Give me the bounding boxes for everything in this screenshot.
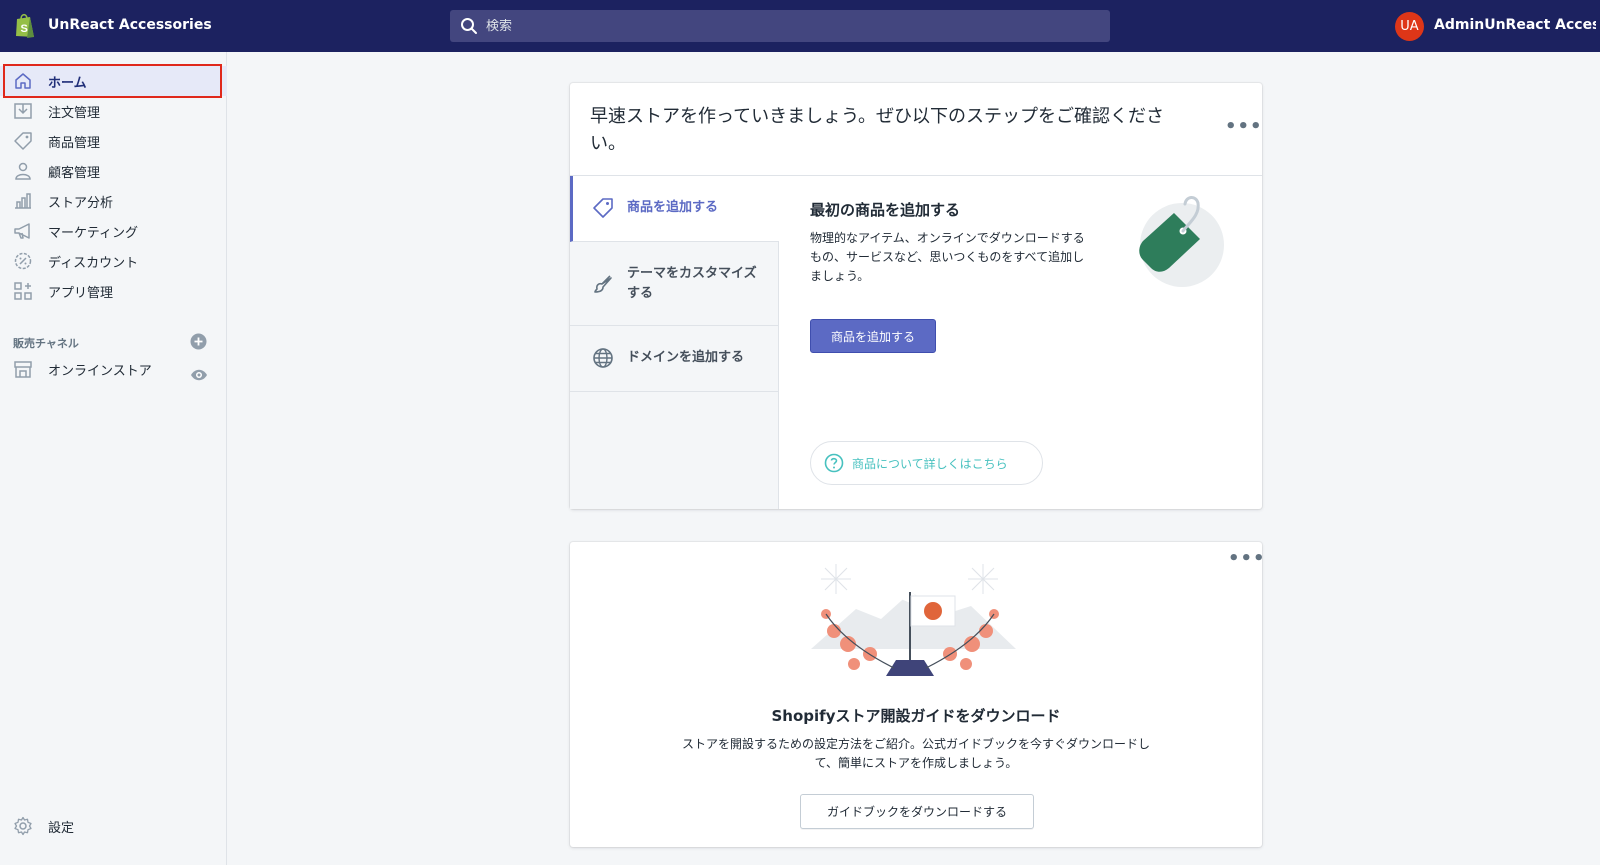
sidebar-item-label: 設定 — [48, 821, 75, 836]
card-title: 早速ストアを作っていきましょう。ぜひ以下のステップをご確認ください。 — [590, 106, 1165, 154]
top-bar: S UnReact Accessories UA AdminUnReact Ac… — [0, 0, 1600, 52]
guide-description: ストアを開設するための設定方法をご紹介。公式ガイドブックを今すぐダウンロードして… — [681, 737, 1150, 770]
step-content-title: 最初の商品を追加する — [810, 201, 961, 219]
learn-more-label: 商品について詳しくはこちら — [852, 456, 1008, 471]
shopify-logo-icon[interactable]: S — [13, 12, 37, 39]
sidebar-item-label: ディスカウント — [48, 256, 139, 271]
eye-icon[interactable] — [190, 368, 208, 382]
user-name[interactable]: AdminUnReact Acces... — [1434, 17, 1596, 33]
sidebar-item-label: ホーム — [48, 76, 87, 91]
sidebar-item-label: オンラインストア — [48, 364, 152, 379]
sidebar-item-products[interactable]: 商品管理 — [0, 126, 227, 156]
sidebar-item-label: マーケティング — [48, 226, 138, 241]
store-name[interactable]: UnReact Accessories — [48, 17, 212, 33]
analytics-icon — [15, 193, 31, 209]
more-actions-icon[interactable]: ••• — [1225, 116, 1263, 137]
sidebar-item-label: 顧客管理 — [48, 166, 101, 181]
sidebar-item-home[interactable]: ホーム — [0, 66, 227, 96]
orders-icon — [14, 103, 32, 119]
step-add-product[interactable]: 商品を追加する — [570, 176, 779, 242]
sales-channels-heading: 販売チャネル — [13, 337, 79, 350]
sidebar-item-label: 商品管理 — [48, 136, 101, 151]
add-channel-icon[interactable] — [190, 333, 207, 350]
megaphone-icon — [14, 223, 30, 239]
globe-icon — [593, 348, 613, 368]
store-icon — [14, 361, 32, 378]
sidebar-item-label: アプリ管理 — [48, 286, 114, 301]
japan-flag-illustration — [811, 564, 1016, 676]
sidebar-item-orders[interactable]: 注文管理 — [0, 96, 227, 126]
steps-list: 商品を追加する テーマをカスタマイズする ドメインを追加する — [570, 176, 779, 509]
avatar[interactable]: UA — [1395, 12, 1424, 41]
sidebar-item-marketing[interactable]: マーケティング — [0, 216, 227, 246]
step-customize-theme[interactable]: テーマをカスタマイズする — [570, 242, 779, 326]
home-icon — [15, 73, 31, 89]
sidebar-item-customers[interactable]: 顧客管理 — [0, 156, 227, 186]
download-guide-button[interactable]: ガイドブックをダウンロードする — [800, 794, 1034, 829]
learn-more-link[interactable]: 商品について詳しくはこちら — [810, 441, 1043, 485]
help-icon — [824, 453, 844, 473]
apps-icon — [14, 282, 32, 300]
search-bar[interactable] — [450, 10, 1110, 42]
sidebar-item-analytics[interactable]: ストア分析 — [0, 186, 227, 216]
sidebar-item-label: 注文管理 — [48, 106, 101, 121]
tag-icon — [593, 198, 613, 218]
setup-guide-card: 早速ストアを作っていきましょう。ぜひ以下のステップをご確認ください。 ••• 商… — [570, 83, 1262, 509]
tag-icon — [14, 132, 32, 150]
add-product-button[interactable]: 商品を追加する — [810, 319, 936, 353]
step-label: テーマをカスタマイズする — [627, 266, 757, 301]
brush-icon — [594, 275, 612, 293]
sidebar-item-settings[interactable]: 設定 — [0, 811, 227, 841]
step-content-description: 物理的なアイテム、オンラインでダウンロードするもの、サービスなど、思いつくものを… — [810, 231, 1085, 283]
sidebar-item-discounts[interactable]: ディスカウント — [0, 246, 227, 276]
svg-text:S: S — [21, 23, 28, 35]
discount-icon — [14, 252, 32, 270]
gear-icon — [14, 816, 32, 836]
step-add-domain[interactable]: ドメインを追加する — [570, 326, 779, 392]
search-input[interactable] — [486, 18, 1086, 34]
step-label: 商品を追加する — [627, 200, 719, 215]
more-actions-icon[interactable]: ••• — [1228, 548, 1266, 569]
product-tag-illustration — [1139, 196, 1224, 287]
step-label: ドメインを追加する — [627, 350, 745, 365]
sidebar-item-label: ストア分析 — [48, 196, 114, 211]
search-icon — [461, 18, 477, 34]
customer-icon — [15, 162, 31, 180]
guide-title: Shopifyストア開設ガイドをダウンロード — [771, 707, 1061, 725]
guidebook-card: ••• Shopifyストア開設ガイドをダウンロード ストアを開設するための設定… — [570, 542, 1265, 847]
sidebar-item-apps[interactable]: アプリ管理 — [0, 276, 227, 306]
sidebar: ホーム 注文管理 商品管理 顧客管理 ストア分析 マーケティング ディスカウント… — [0, 52, 227, 865]
